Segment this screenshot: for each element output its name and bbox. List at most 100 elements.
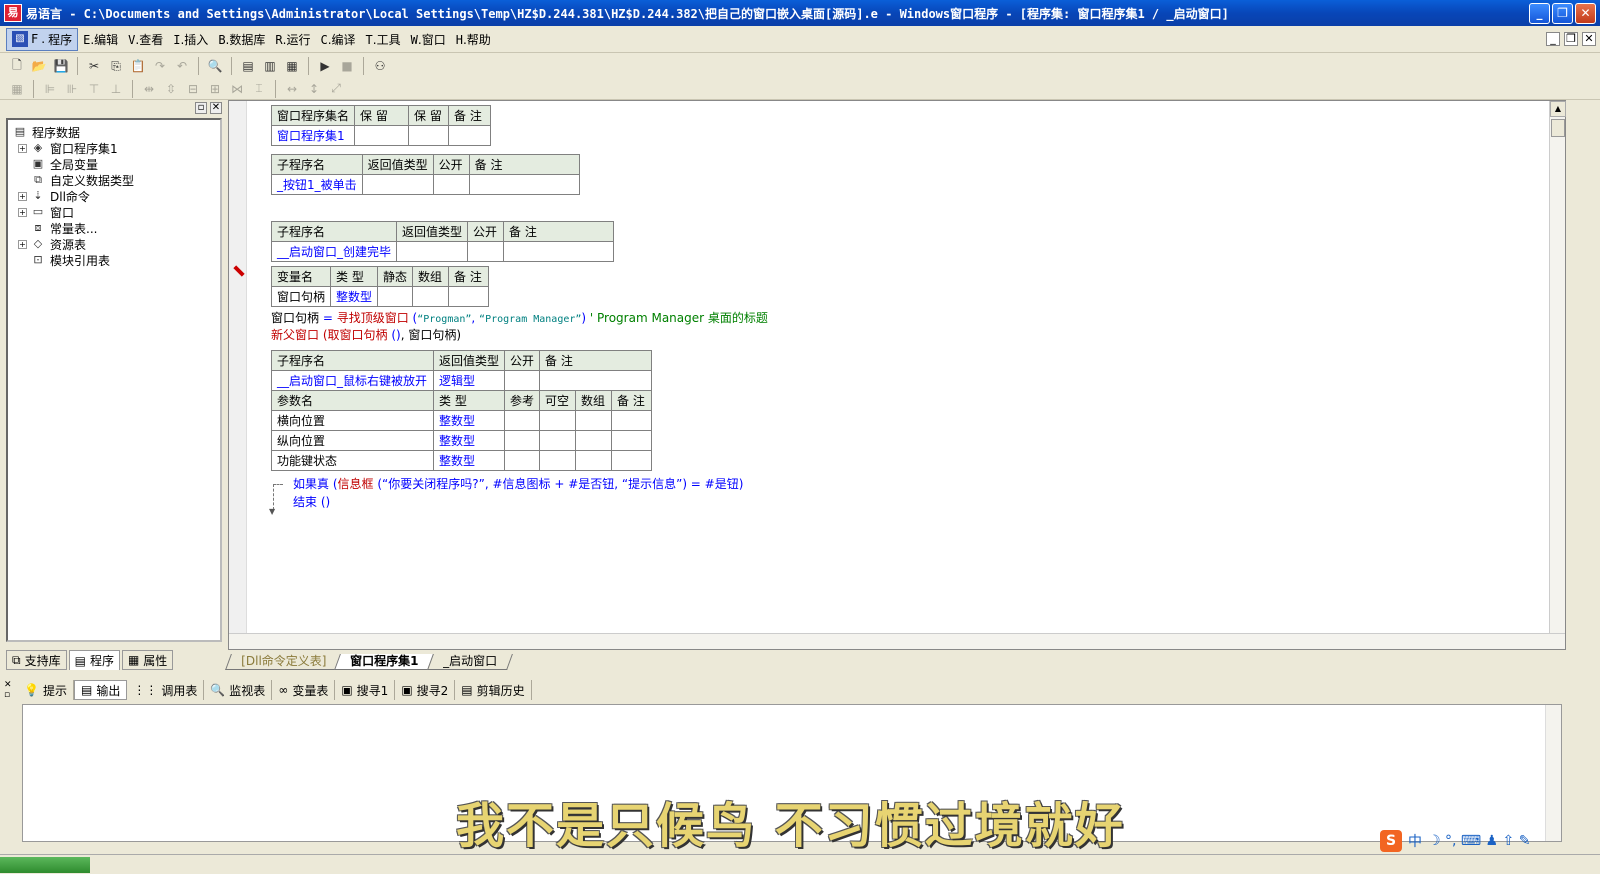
tab-hint[interactable]: 💡 提示	[18, 680, 74, 700]
tree-item-module-refs[interactable]: ⊡ 模块引用表	[12, 252, 220, 268]
param-row[interactable]: 纵向位置 整数型	[271, 430, 653, 451]
editor-horizontal-scrollbar[interactable]	[229, 633, 1565, 649]
layout1-icon[interactable]: ▤	[239, 57, 257, 75]
align-top-icon[interactable]: ⊤	[85, 80, 103, 98]
tree-item-window-assembly[interactable]: + ◈ 窗口程序集1	[12, 140, 220, 156]
assembly-name[interactable]: 窗口程序集1	[270, 125, 356, 146]
tab-search1[interactable]: ▣ 搜寻1	[335, 680, 396, 700]
var-name[interactable]: 窗口句柄	[270, 286, 332, 307]
menu-compile[interactable]: C.编译	[315, 29, 360, 50]
ime-mode-toggle[interactable]: 中	[1408, 831, 1422, 851]
code-line-find-window[interactable]: 窗口句柄 = 寻找顶级窗口 (“Progman”, “Program Manag…	[271, 309, 768, 326]
ime-status-icons[interactable]: ☽ °, ⌨ ♟ ⇧ ✎	[1428, 833, 1530, 849]
mdi-restore-button[interactable]: ❐	[1564, 32, 1578, 46]
new-file-icon[interactable]: 🗋	[8, 57, 26, 75]
find-icon[interactable]: 🔍	[206, 57, 224, 75]
align-right-icon[interactable]: ⊪	[63, 80, 81, 98]
tab-call-stack[interactable]: ⋮⋮ 调用表	[127, 680, 205, 700]
size-both-icon[interactable]: ⤢	[327, 80, 345, 98]
menu-view[interactable]: V.查看	[123, 29, 168, 50]
copy-icon[interactable]: ⎘	[107, 57, 125, 75]
tree-item-dll[interactable]: + ⇣ Dll命令	[12, 188, 220, 204]
tree-item-custom-types[interactable]: ⧉ 自定义数据类型	[12, 172, 220, 188]
code-line-set-parent[interactable]: 新父窗口 (取窗口句柄 (), 窗口句柄)	[271, 326, 461, 343]
space-h-icon[interactable]: ⋈	[228, 80, 246, 98]
tree-item-program-data[interactable]: ▤ 程序数据	[12, 124, 220, 140]
output-scrollbar[interactable]	[1545, 705, 1561, 841]
stop-icon[interactable]: ■	[338, 57, 356, 75]
tab-variables[interactable]: ∞ 变量表	[272, 680, 336, 700]
same-width-icon[interactable]: ⊟	[184, 80, 202, 98]
layout3-icon[interactable]: ▦	[283, 57, 301, 75]
editor-vertical-scrollbar[interactable]: ▲	[1549, 101, 1566, 635]
var-type[interactable]: 整数型	[330, 286, 379, 307]
panel-close-icon[interactable]: ✕	[210, 102, 222, 114]
param-row[interactable]: 横向位置 整数型	[271, 410, 653, 431]
sub3-name[interactable]: __启动窗口_鼠标右键被放开	[271, 370, 434, 391]
menu-help[interactable]: H.帮助	[451, 29, 496, 50]
menu-edit[interactable]: E.编辑	[78, 29, 123, 50]
tab-search2[interactable]: ▣ 搜寻2	[395, 680, 456, 700]
tab-watch[interactable]: 🔍 监视表	[204, 680, 273, 700]
save-icon[interactable]: 💾	[52, 57, 70, 75]
sogou-ime-icon[interactable]: S	[1380, 830, 1402, 852]
tab-properties[interactable]: ▦ 属性	[121, 650, 174, 670]
minimize-button[interactable]: _	[1529, 3, 1550, 24]
align-bottom-icon[interactable]: ⊥	[107, 80, 125, 98]
tab-output[interactable]: ▤ 输出	[73, 680, 128, 700]
grid-icon[interactable]: ▦	[8, 80, 26, 98]
project-panel: ▫ ✕ ▤ 程序数据 + ◈ 窗口程序集1 ▣ 全局变量 ⧉ 自定义数据类型 +…	[6, 102, 222, 670]
tab-support-library[interactable]: ⧉ 支持库	[6, 650, 67, 670]
center-v-icon[interactable]: ⇳	[162, 80, 180, 98]
sub1-name[interactable]: _按钮1_被单击	[271, 174, 363, 195]
center-h-icon[interactable]: ⇹	[140, 80, 158, 98]
layout2-icon[interactable]: ▥	[261, 57, 279, 75]
binoculars-icon[interactable]: ⚇	[371, 57, 389, 75]
paste-icon[interactable]: 📋	[129, 57, 147, 75]
scroll-up-icon[interactable]: ▲	[1550, 101, 1566, 117]
open-folder-icon[interactable]: 📂	[30, 57, 48, 75]
expand-icon[interactable]: +	[18, 207, 27, 217]
tab-dll-definitions[interactable]: [Dll命令定义表]	[225, 654, 343, 670]
expand-icon[interactable]: +	[18, 239, 27, 249]
expand-icon[interactable]: +	[18, 191, 27, 201]
panel-close-icon[interactable]: ✕	[4, 680, 16, 690]
menu-program[interactable]: ▧ F. 程序	[6, 27, 79, 51]
cut-icon[interactable]: ✂	[85, 57, 103, 75]
tab-startup-window[interactable]: _启动窗口	[426, 654, 513, 670]
tab-program[interactable]: ▤ 程序	[68, 650, 120, 670]
space-v-icon[interactable]: ⌶	[250, 80, 268, 98]
sub2-name[interactable]: __启动窗口_创建完毕	[270, 241, 398, 262]
menu-run[interactable]: R.运行	[270, 29, 315, 50]
redo-icon[interactable]: ↷	[151, 57, 169, 75]
tree-item-resources[interactable]: + ◇ 资源表	[12, 236, 220, 252]
menu-insert[interactable]: I.插入	[168, 29, 213, 50]
tab-clip-history[interactable]: ▤ 剪辑历史	[455, 680, 532, 700]
align-left-icon[interactable]: ⊫	[41, 80, 59, 98]
tab-window-assembly[interactable]: 窗口程序集1	[334, 654, 435, 670]
run-icon[interactable]: ▶	[316, 57, 334, 75]
code-line-if-true[interactable]: 如果真 (信息框 (“你要关闭程序吗?”, #信息图标 + #是否钮, “提示信…	[293, 475, 743, 492]
panel-pin-icon[interactable]: ▫	[195, 102, 207, 114]
tree-item-window[interactable]: + ▭ 窗口	[12, 204, 220, 220]
tree-item-global-vars[interactable]: ▣ 全局变量	[12, 156, 220, 172]
panel-pin-icon[interactable]: ▫	[4, 690, 16, 700]
close-button[interactable]: ✕	[1575, 3, 1596, 24]
param-row[interactable]: 功能键状态 整数型	[271, 450, 653, 471]
mdi-minimize-button[interactable]: _	[1546, 32, 1560, 46]
same-height-icon[interactable]: ⊞	[206, 80, 224, 98]
mdi-close-button[interactable]: ✕	[1582, 32, 1596, 46]
restore-button[interactable]: ❐	[1552, 3, 1573, 24]
undo-icon[interactable]: ↶	[173, 57, 191, 75]
size-v-icon[interactable]: ↕	[305, 80, 323, 98]
start-button[interactable]	[0, 857, 90, 873]
size-h-icon[interactable]: ↔	[283, 80, 301, 98]
code-editor[interactable]: 窗口程序集名 保 留 保 留 备 注 窗口程序集1 子程序名 返回值类型 公开 …	[228, 100, 1566, 650]
menu-window[interactable]: W.窗口	[406, 29, 451, 50]
menu-tools[interactable]: T.工具	[361, 29, 406, 50]
expand-icon[interactable]: +	[18, 143, 27, 153]
code-line-end[interactable]: 结束 ()	[293, 493, 330, 510]
tree-item-constants[interactable]: ⧈ 常量表...	[12, 220, 220, 236]
menu-database[interactable]: B.数据库	[213, 29, 270, 50]
scroll-thumb[interactable]	[1551, 119, 1565, 137]
